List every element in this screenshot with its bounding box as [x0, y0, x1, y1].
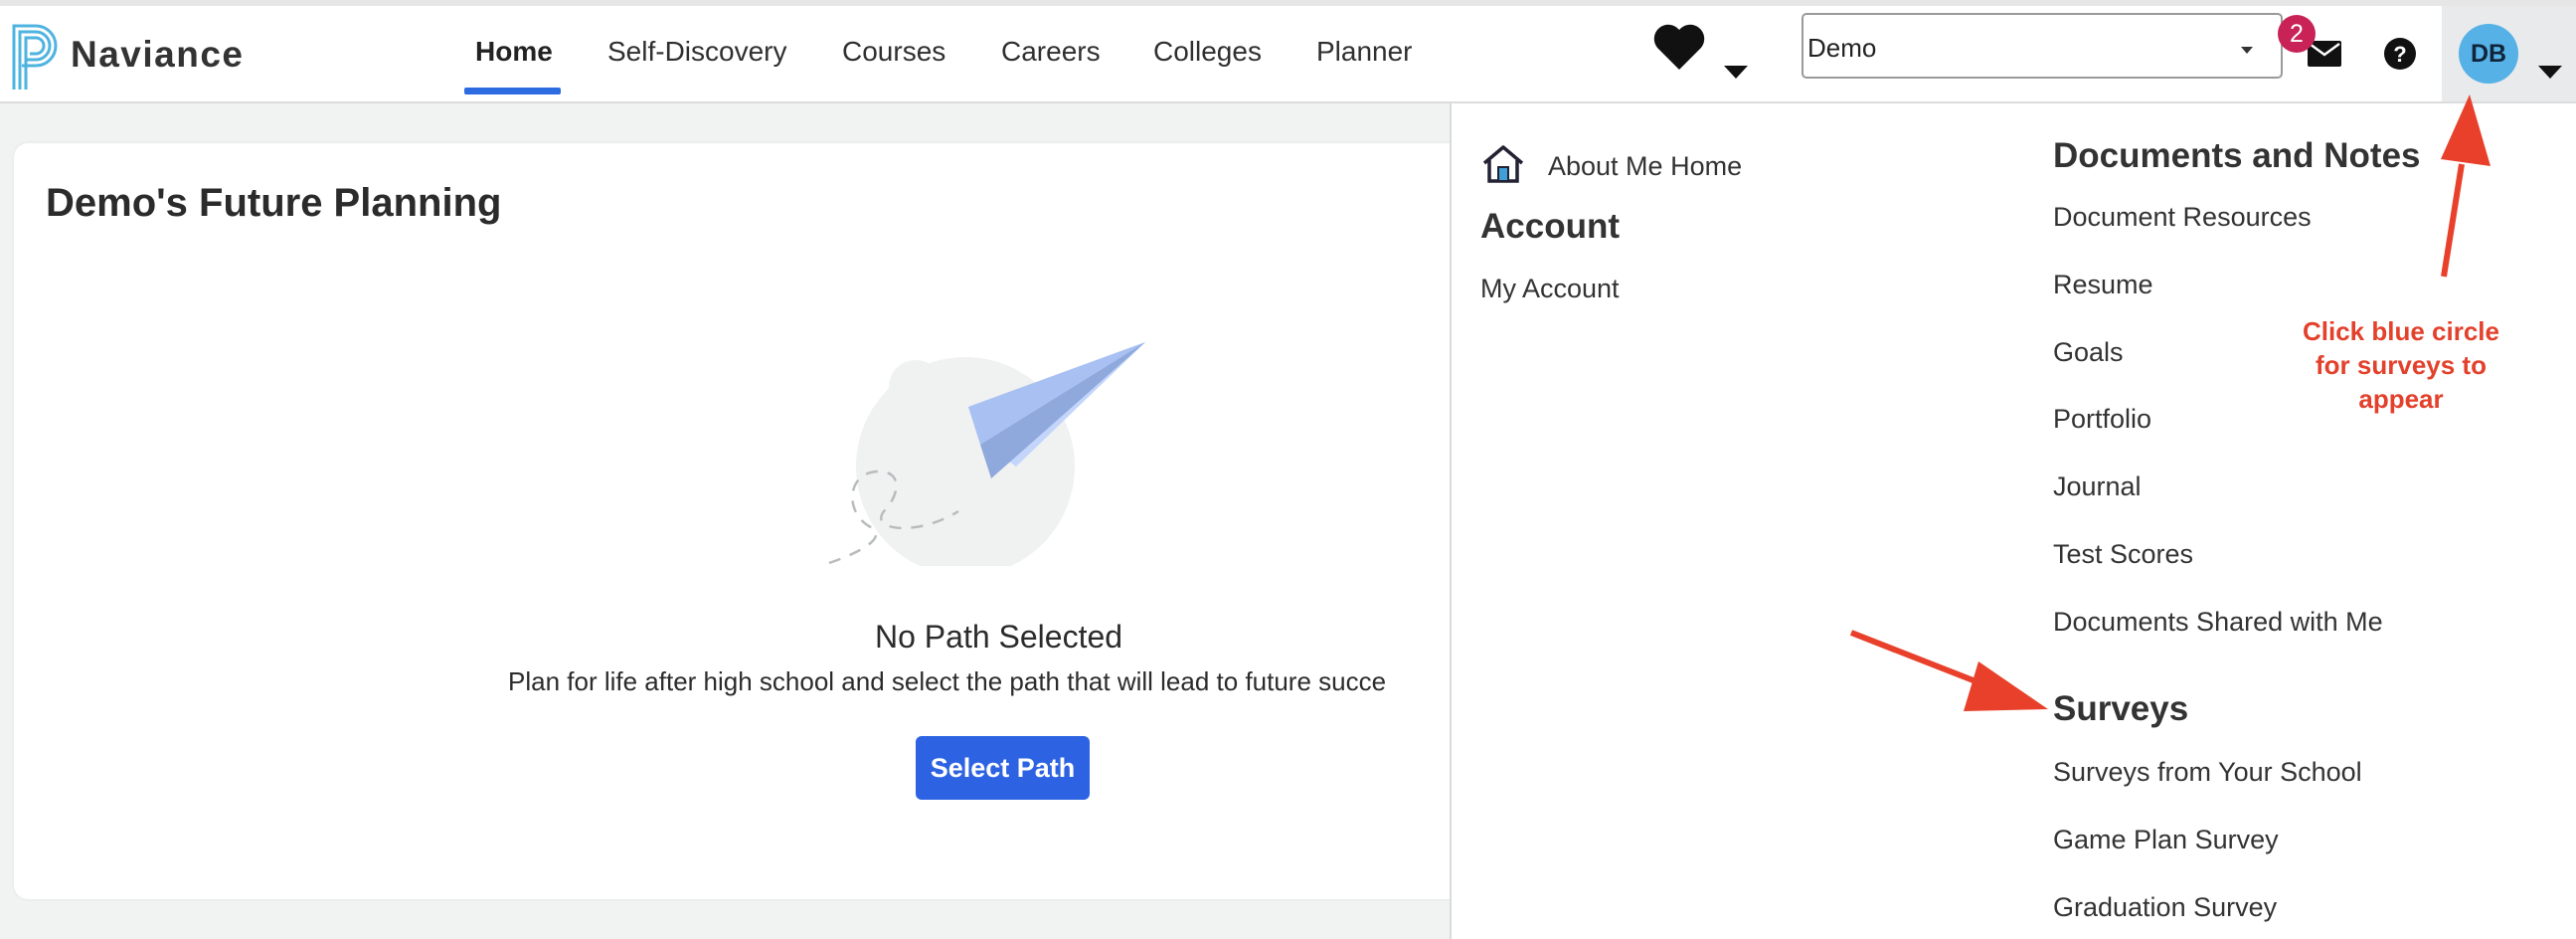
empty-state-description: Plan for life after high school and sele… — [508, 666, 1387, 696]
help-icon[interactable]: ? — [2383, 37, 2417, 71]
mail-icon[interactable] — [2308, 41, 2341, 67]
annotation-note: Click blue circle for surveys to appear — [2267, 314, 2535, 416]
student-select[interactable]: Demo — [1802, 13, 2283, 79]
svg-text:?: ? — [2393, 42, 2406, 67]
future-planning-card: Demo's Future Planning No Path Selected … — [14, 143, 1505, 899]
my-account-link[interactable]: My Account — [1480, 274, 1620, 304]
nav-courses[interactable]: Courses — [842, 6, 945, 101]
account-heading: Account — [1480, 207, 1620, 246]
naviance-logo-icon[interactable] — [10, 22, 64, 92]
graduation-survey-link[interactable]: Graduation Survey — [2053, 892, 2277, 923]
select-path-button[interactable]: Select Path — [916, 736, 1090, 800]
portfolio-link[interactable]: Portfolio — [2053, 404, 2151, 435]
active-tab-indicator — [464, 88, 561, 94]
documents-shared-link[interactable]: Documents Shared with Me — [2053, 607, 2383, 638]
favorites-heart-icon[interactable] — [1652, 22, 1706, 72]
empty-state-title: No Path Selected — [875, 619, 1123, 655]
annotation-line: appear — [2358, 384, 2444, 414]
document-resources-link[interactable]: Document Resources — [2053, 202, 2312, 233]
favorites-chevron-down-icon[interactable] — [1724, 66, 1748, 79]
notification-badge[interactable]: 2 — [2278, 15, 2316, 53]
select-chevron-down-icon — [2241, 47, 2253, 54]
nav-self-discovery[interactable]: Self-Discovery — [607, 6, 786, 101]
test-scores-link[interactable]: Test Scores — [2053, 539, 2193, 570]
goals-link[interactable]: Goals — [2053, 337, 2124, 368]
avatar-chevron-down-icon[interactable] — [2538, 66, 2562, 79]
nav-colleges[interactable]: Colleges — [1153, 6, 1262, 101]
user-avatar[interactable]: DB — [2459, 24, 2518, 84]
surveys-heading: Surveys — [2053, 689, 2189, 728]
surveys-from-school-link[interactable]: Surveys from Your School — [2053, 757, 2362, 788]
home-icon — [1482, 145, 1524, 183]
page-title: Demo's Future Planning — [46, 181, 502, 225]
student-select-value: Demo — [1807, 33, 1877, 63]
about-me-home-link[interactable]: About Me Home — [1548, 151, 1742, 182]
journal-link[interactable]: Journal — [2053, 471, 2142, 502]
nav-careers[interactable]: Careers — [1001, 6, 1101, 101]
paper-plane-illustration — [828, 342, 1145, 566]
game-plan-survey-link[interactable]: Game Plan Survey — [2053, 825, 2279, 855]
annotation-line: for surveys to — [2316, 350, 2487, 380]
nav-planner[interactable]: Planner — [1316, 6, 1413, 101]
resume-link[interactable]: Resume — [2053, 270, 2153, 300]
annotation-line: Click blue circle — [2303, 316, 2499, 346]
brand-name[interactable]: Naviance — [71, 34, 245, 76]
documents-notes-heading: Documents and Notes — [2053, 136, 2421, 175]
